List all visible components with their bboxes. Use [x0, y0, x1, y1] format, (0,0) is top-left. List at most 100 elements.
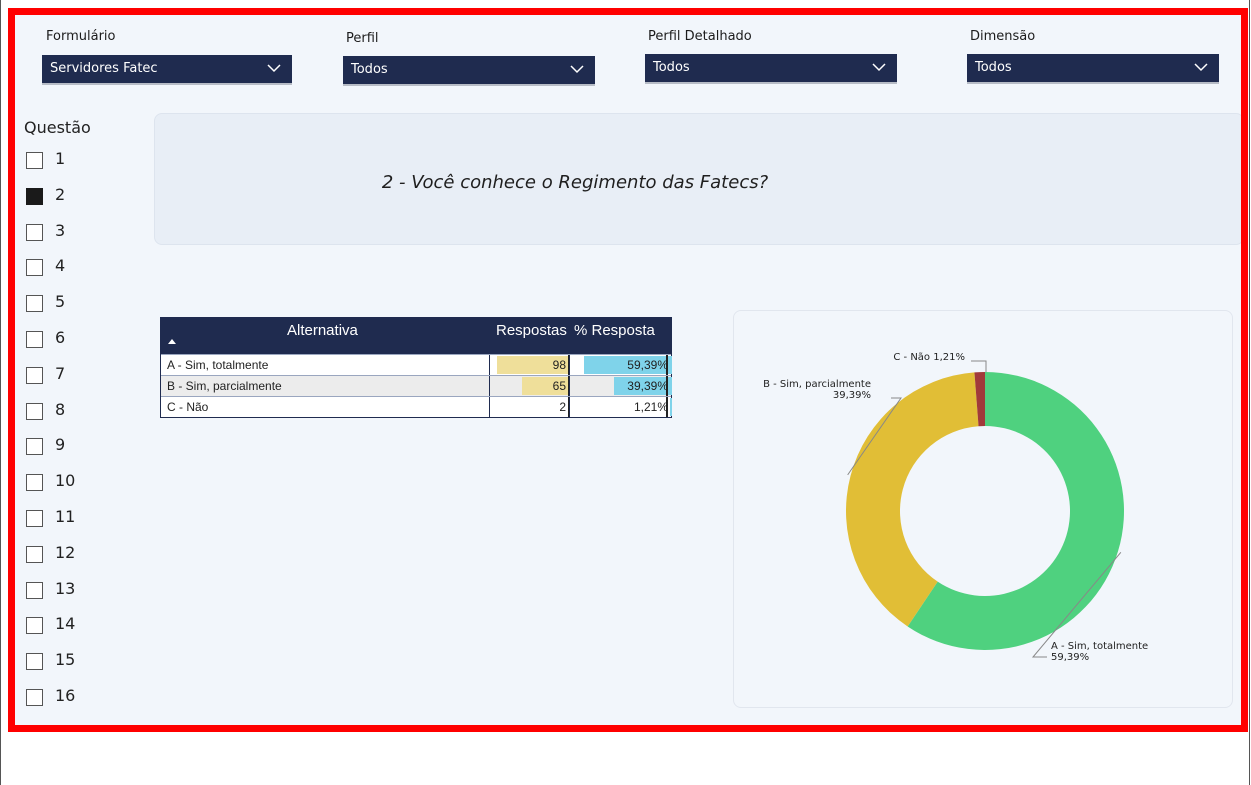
checkbox-icon[interactable] — [26, 510, 43, 527]
filter-label-perfil: Perfil — [346, 31, 379, 46]
checkbox-icon[interactable] — [26, 581, 43, 599]
question-option-label: 15 — [55, 650, 76, 670]
dropdown-value-formulario: Servidores Fatec — [50, 61, 158, 76]
checkbox-icon[interactable] — [26, 331, 43, 348]
chevron-down-icon — [1194, 63, 1208, 72]
table-body: A - Sim, totalmente 98 59,39% B - Sim, parc… — [161, 354, 672, 417]
question-option-label: 16 — [55, 686, 76, 705]
sort-ascending-icon[interactable] — [168, 339, 176, 344]
question-option-label: 3 — [55, 220, 66, 240]
question-option-label: 11 — [55, 507, 76, 526]
question-option-label: 8 — [55, 399, 66, 419]
column-separator — [666, 397, 668, 417]
table-row[interactable]: C - Não 2 1,21% — [161, 396, 672, 417]
table-header: Alternativa Respostas % Resposta — [161, 318, 671, 354]
question-option-14[interactable]: 14 — [26, 611, 116, 641]
question-option-4[interactable]: 4 — [26, 253, 116, 283]
question-slicer-title: Questão — [24, 118, 91, 137]
checkbox-icon[interactable] — [26, 152, 43, 169]
filter-label-perfil-detalhado: Perfil Detalhado — [648, 29, 752, 44]
question-option-label: 12 — [55, 542, 76, 562]
checkbox-icon[interactable] — [26, 259, 43, 277]
cell-alternativa: B - Sim, parcialmente — [167, 379, 282, 393]
donut-data-label: C - Não 1,21% — [893, 352, 965, 363]
chart-card: A - Sim, totalmente 59,39% B - Sim, parcia… — [733, 310, 1233, 708]
responses-table: Alternativa Respostas % Resposta A - Sim… — [160, 317, 672, 418]
question-option-label: 13 — [55, 578, 76, 598]
percent-value: 39,39% — [627, 379, 668, 393]
cell-percent: 59,39% — [569, 355, 672, 375]
checkbox-icon[interactable] — [26, 366, 43, 384]
question-option-label: 6 — [55, 328, 66, 347]
dropdown-perfil[interactable]: Todos — [343, 56, 595, 86]
chevron-down-icon — [872, 63, 886, 72]
chevron-down-icon — [267, 64, 281, 73]
question-option-7[interactable]: 7 — [26, 361, 116, 391]
question-option-3[interactable]: 3 — [26, 218, 116, 248]
checkbox-icon[interactable] — [26, 223, 43, 241]
cell-respostas: 2 — [489, 397, 570, 417]
respostas-value: 65 — [552, 379, 566, 393]
column-header-respostas[interactable]: Respostas — [496, 322, 567, 339]
donut-leader-line — [971, 360, 987, 372]
question-option-label: 10 — [55, 471, 76, 491]
checkbox-icon[interactable] — [26, 474, 43, 492]
donut-slice-2[interactable] — [846, 372, 979, 627]
question-option-9[interactable]: 9 — [26, 432, 116, 462]
respostas-value: 2 — [559, 400, 566, 414]
page-border-right — [1249, 0, 1250, 785]
question-option-label: 1 — [55, 149, 66, 168]
table-row[interactable]: B - Sim, parcialmente 65 39,39% — [161, 375, 672, 396]
respostas-value: 98 — [552, 358, 566, 372]
donut-data-label: 39,39% — [833, 390, 871, 401]
cell-alternativa: C - Não — [167, 400, 209, 414]
page-border-left — [0, 0, 1, 785]
report-frame: Formulário Servidores Fatec Perfil Todos… — [8, 8, 1248, 732]
percent-value: 59,39% — [627, 358, 668, 372]
checkbox-icon[interactable] — [26, 545, 43, 563]
checkbox-icon[interactable] — [26, 689, 43, 706]
question-option-8[interactable]: 8 — [26, 397, 116, 427]
question-option-label: 7 — [55, 363, 66, 383]
column-header-alternativa[interactable]: Alternativa — [287, 322, 358, 339]
table-row[interactable]: A - Sim, totalmente 98 59,39% — [161, 354, 672, 375]
question-option-15[interactable]: 15 — [26, 647, 116, 677]
question-option-6[interactable]: 6 — [26, 325, 116, 355]
cell-respostas: 98 — [489, 355, 570, 375]
donut-data-label: 59,39% — [1051, 652, 1089, 663]
checkbox-icon[interactable] — [26, 402, 43, 420]
question-option-label: 4 — [55, 256, 66, 276]
question-option-12[interactable]: 12 — [26, 540, 116, 570]
dropdown-value-perfil: Todos — [351, 62, 388, 77]
question-option-10[interactable]: 10 — [26, 468, 116, 498]
question-option-label: 5 — [55, 292, 66, 312]
dropdown-dimensao[interactable]: Todos — [967, 54, 1219, 84]
question-option-label: 14 — [55, 614, 76, 634]
column-header-percent[interactable]: % Resposta — [574, 322, 655, 339]
question-option-16[interactable]: 16 — [26, 683, 116, 713]
question-option-label: 9 — [55, 435, 66, 455]
donut-data-label: B - Sim, parcialmente — [763, 379, 871, 390]
question-text: 2 - Você conhece o Regimento das Fatecs? — [381, 172, 769, 193]
column-separator — [666, 355, 668, 375]
donut-chart: A - Sim, totalmente59,39% B - Sim, parcia… — [763, 352, 1148, 663]
dropdown-formulario[interactable]: Servidores Fatec — [42, 55, 292, 85]
column-separator — [666, 376, 668, 396]
checkbox-icon[interactable] — [26, 653, 43, 671]
filter-label-dimensao: Dimensão — [970, 29, 1036, 44]
checkbox-icon[interactable] — [26, 438, 43, 456]
cell-percent: 1,21% — [569, 397, 672, 417]
donut-data-label: A - Sim, totalmente — [1051, 641, 1148, 652]
dropdown-perfil-detalhado[interactable]: Todos — [645, 54, 897, 84]
question-option-5[interactable]: 5 — [26, 289, 116, 319]
dropdown-value-dimensao: Todos — [975, 60, 1012, 75]
question-option-13[interactable]: 13 — [26, 576, 116, 606]
percent-value: 1,21% — [633, 400, 668, 414]
cell-respostas: 65 — [489, 376, 570, 396]
chevron-down-icon — [570, 65, 584, 74]
filter-label-formulario: Formulário — [46, 29, 116, 44]
question-option-11[interactable]: 11 — [26, 504, 116, 534]
cell-alternativa: A - Sim, totalmente — [167, 358, 269, 372]
checkbox-icon[interactable] — [26, 617, 43, 635]
checkbox-icon[interactable] — [26, 295, 43, 313]
